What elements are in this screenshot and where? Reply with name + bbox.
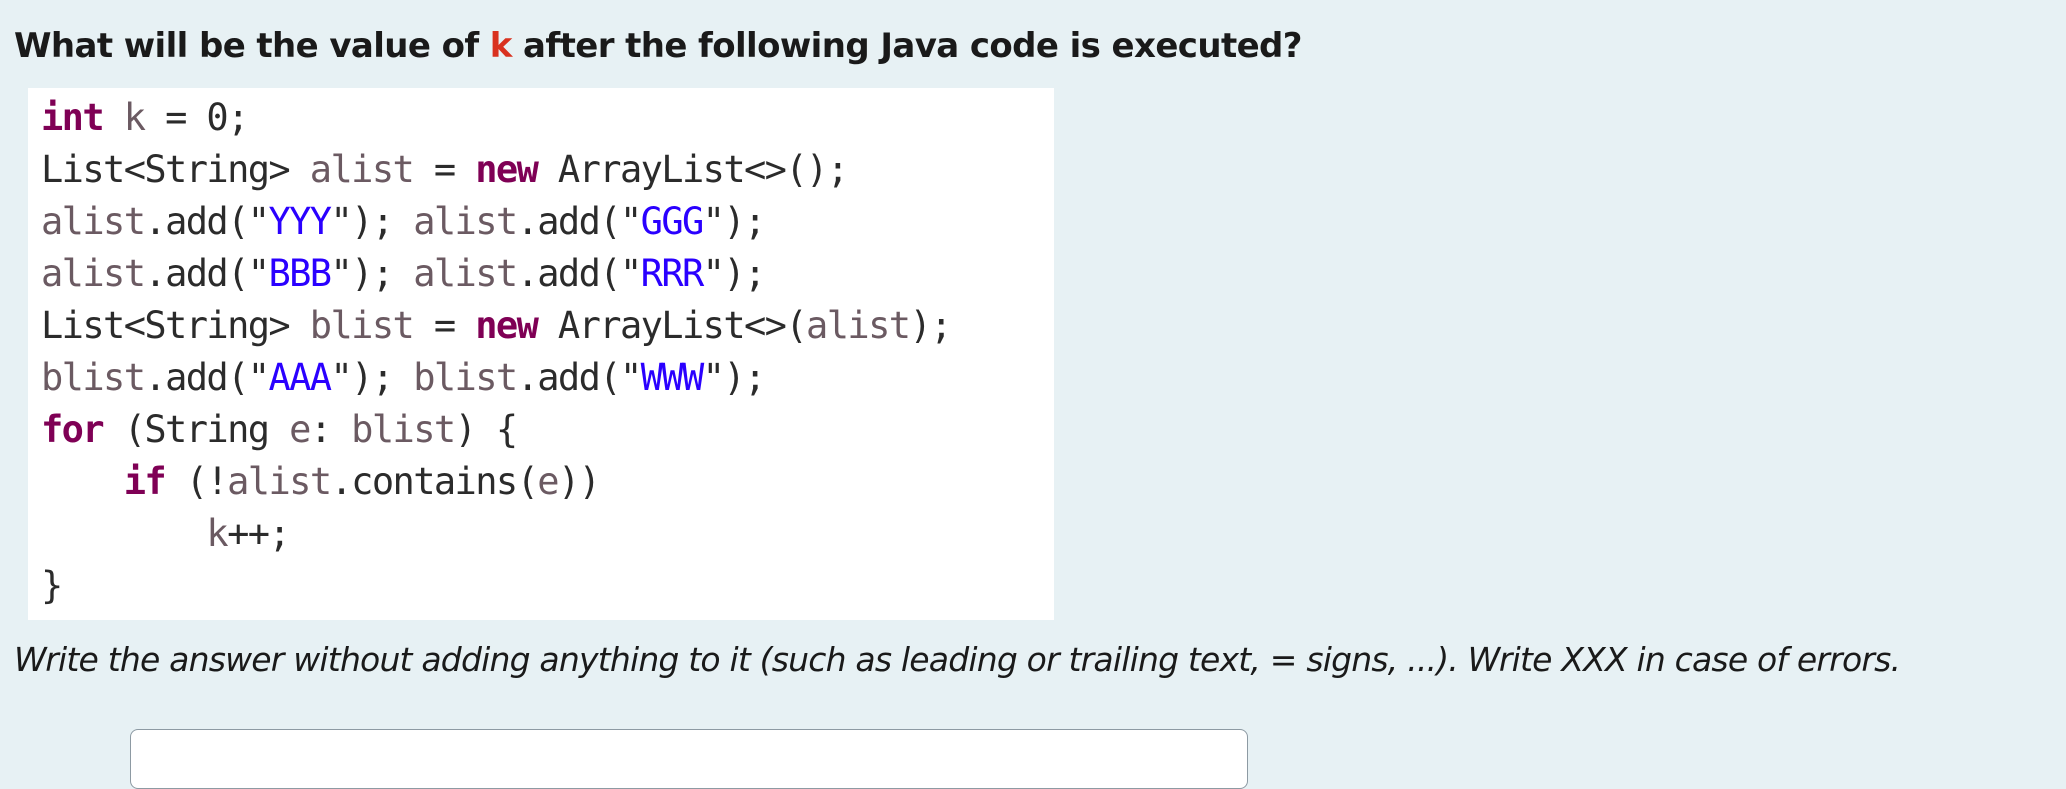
question-variable: k bbox=[489, 26, 513, 66]
code-line-8: if (!alist.contains(e)) bbox=[123, 460, 601, 503]
code-line-2: List<String> alist = new ArrayList<>(); bbox=[41, 148, 849, 191]
question-suffix: after the following Java code is execute… bbox=[511, 26, 1302, 66]
question-text: What will be the value of k after the fo… bbox=[14, 26, 1303, 66]
code-line-5: List<String> blist = new ArrayList<>(ali… bbox=[41, 304, 952, 347]
code-line-7: for (String e: blist) { bbox=[41, 408, 518, 451]
code-block: int k = 0; List<String> alist = new Arra… bbox=[28, 88, 1054, 620]
code-line-4: alist.add("BBB"); alist.add("RRR"); bbox=[41, 252, 766, 295]
answer-input[interactable] bbox=[130, 729, 1248, 789]
question-prefix: What will be the value of bbox=[14, 26, 490, 66]
answer-instructions: Write the answer without adding anything… bbox=[14, 640, 1901, 679]
code-line-3: alist.add("YYY"); alist.add("GGG"); bbox=[41, 200, 766, 243]
code-line-6: blist.add("AAA"); blist.add("WWW"); bbox=[41, 356, 766, 399]
code-line-1: int k = 0; bbox=[41, 96, 249, 139]
code-line-9: k++; bbox=[206, 512, 290, 555]
code-line-10: } bbox=[41, 564, 63, 607]
